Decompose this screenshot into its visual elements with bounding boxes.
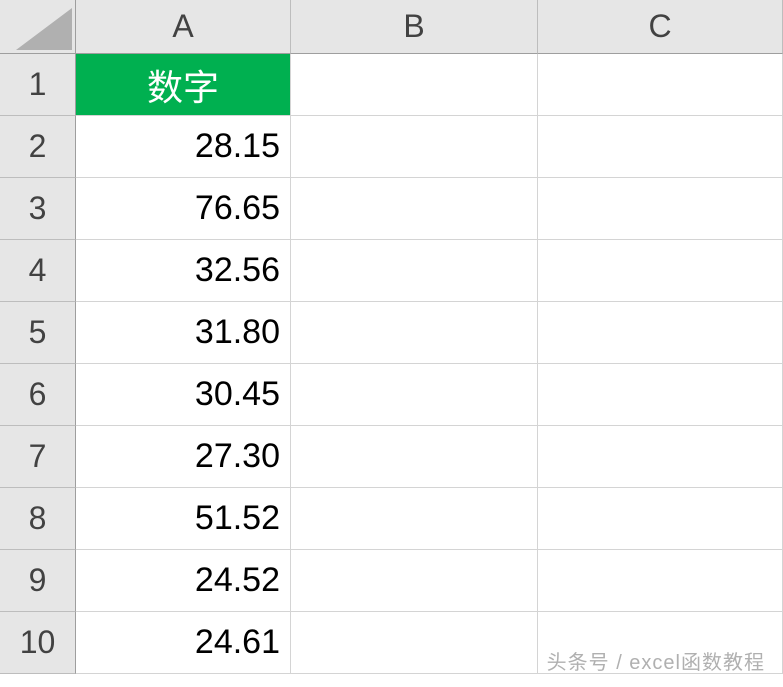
cell-b4[interactable] — [291, 240, 538, 302]
cell-a9[interactable]: 24.52 — [76, 550, 291, 612]
spreadsheet-grid: A B C 1 数字 2 28.15 3 76.65 4 32.56 5 31.… — [0, 0, 783, 674]
cell-b1[interactable] — [291, 54, 538, 116]
cell-a6[interactable]: 30.45 — [76, 364, 291, 426]
cell-c1[interactable] — [538, 54, 783, 116]
cell-a8[interactable]: 51.52 — [76, 488, 291, 550]
cell-c2[interactable] — [538, 116, 783, 178]
cell-b7[interactable] — [291, 426, 538, 488]
cell-b2[interactable] — [291, 116, 538, 178]
row-header-9[interactable]: 9 — [0, 550, 76, 612]
cell-a5[interactable]: 31.80 — [76, 302, 291, 364]
cell-b6[interactable] — [291, 364, 538, 426]
watermark-text: 头条号 / excel函数教程 — [547, 646, 765, 675]
cell-b8[interactable] — [291, 488, 538, 550]
cell-b3[interactable] — [291, 178, 538, 240]
cell-a7[interactable]: 27.30 — [76, 426, 291, 488]
cell-a3[interactable]: 76.65 — [76, 178, 291, 240]
column-header-c[interactable]: C — [538, 0, 783, 54]
row-header-6[interactable]: 6 — [0, 364, 76, 426]
column-header-b[interactable]: B — [291, 0, 538, 54]
row-header-7[interactable]: 7 — [0, 426, 76, 488]
cell-c4[interactable] — [538, 240, 783, 302]
row-header-8[interactable]: 8 — [0, 488, 76, 550]
cell-c9[interactable] — [538, 550, 783, 612]
cell-a10[interactable]: 24.61 — [76, 612, 291, 674]
cell-a4[interactable]: 32.56 — [76, 240, 291, 302]
cell-b5[interactable] — [291, 302, 538, 364]
row-header-1[interactable]: 1 — [0, 54, 76, 116]
cell-c6[interactable] — [538, 364, 783, 426]
row-header-5[interactable]: 5 — [0, 302, 76, 364]
row-header-10[interactable]: 10 — [0, 612, 76, 674]
cell-c8[interactable] — [538, 488, 783, 550]
column-header-a[interactable]: A — [76, 0, 291, 54]
cell-c3[interactable] — [538, 178, 783, 240]
cell-c5[interactable] — [538, 302, 783, 364]
row-header-3[interactable]: 3 — [0, 178, 76, 240]
row-header-2[interactable]: 2 — [0, 116, 76, 178]
cell-a2[interactable]: 28.15 — [76, 116, 291, 178]
row-header-4[interactable]: 4 — [0, 240, 76, 302]
cell-b9[interactable] — [291, 550, 538, 612]
cell-c7[interactable] — [538, 426, 783, 488]
cell-b10[interactable] — [291, 612, 538, 674]
cell-a1[interactable]: 数字 — [76, 54, 291, 116]
select-all-corner[interactable] — [0, 0, 76, 54]
